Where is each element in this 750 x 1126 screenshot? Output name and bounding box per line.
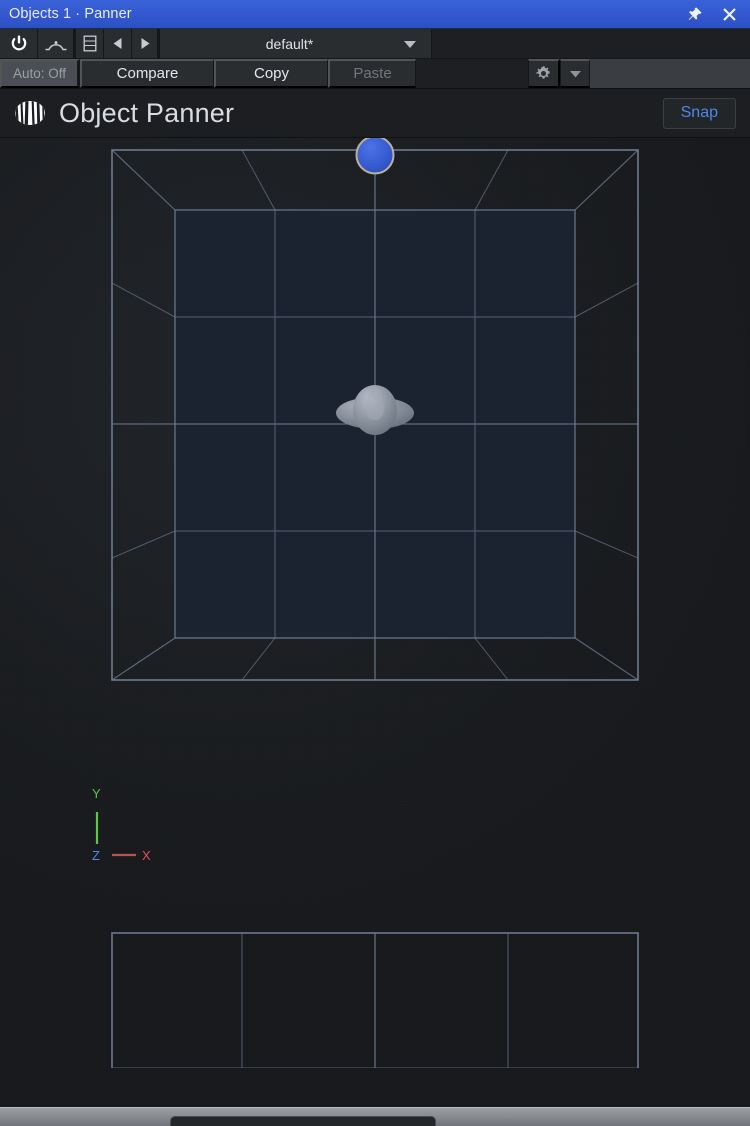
snap-button[interactable]: Snap bbox=[662, 97, 736, 129]
page-title: Object Panner bbox=[59, 97, 235, 128]
panner-stage[interactable]: Y Z X bbox=[0, 138, 750, 1126]
window-title: Objects 1 · Panner bbox=[9, 6, 132, 22]
plugin-toolbar: default* Auto: Off Compare Copy Paste bbox=[0, 29, 750, 89]
toolbar-row-top: default* bbox=[0, 29, 750, 59]
plugin-window: Objects 1 · Panner default* Auto: Off Co… bbox=[0, 0, 750, 1126]
automation-mode-button[interactable]: Auto: Off bbox=[0, 59, 80, 88]
chevron-down-icon bbox=[397, 36, 431, 52]
preset-name: default* bbox=[265, 35, 314, 52]
room-3d-view[interactable] bbox=[0, 138, 750, 738]
paste-button: Paste bbox=[328, 59, 416, 88]
axis-legend: Y Z X bbox=[86, 786, 166, 870]
toolbar-value-field[interactable] bbox=[590, 59, 750, 88]
toolbar-row-bottom: Auto: Off Compare Copy Paste bbox=[0, 59, 750, 88]
axis-lines bbox=[95, 812, 136, 857]
preset-selector[interactable]: default* bbox=[160, 29, 432, 58]
close-icon[interactable] bbox=[716, 1, 742, 27]
document-icon[interactable] bbox=[76, 29, 104, 58]
automation-curve-icon[interactable] bbox=[38, 29, 76, 58]
gear-icon[interactable] bbox=[528, 59, 560, 88]
window-titlebar: Objects 1 · Panner bbox=[0, 0, 750, 29]
toolbar-right-empty bbox=[432, 29, 750, 58]
toolbar-row-bottom-spacer bbox=[416, 59, 528, 88]
pin-icon[interactable] bbox=[682, 1, 708, 27]
footer-field[interactable] bbox=[170, 1116, 436, 1126]
plugin-header: Object Panner Snap bbox=[0, 89, 750, 138]
copy-button[interactable]: Copy bbox=[214, 59, 328, 88]
compare-button[interactable]: Compare bbox=[80, 59, 214, 88]
side-chevron-down-icon[interactable] bbox=[560, 59, 590, 88]
waveform-logo-icon bbox=[13, 100, 47, 126]
triangle-right-icon[interactable] bbox=[132, 29, 160, 58]
power-icon[interactable] bbox=[0, 29, 38, 58]
object-puck-3d[interactable] bbox=[355, 138, 395, 175]
triangle-left-icon[interactable] bbox=[104, 29, 132, 58]
